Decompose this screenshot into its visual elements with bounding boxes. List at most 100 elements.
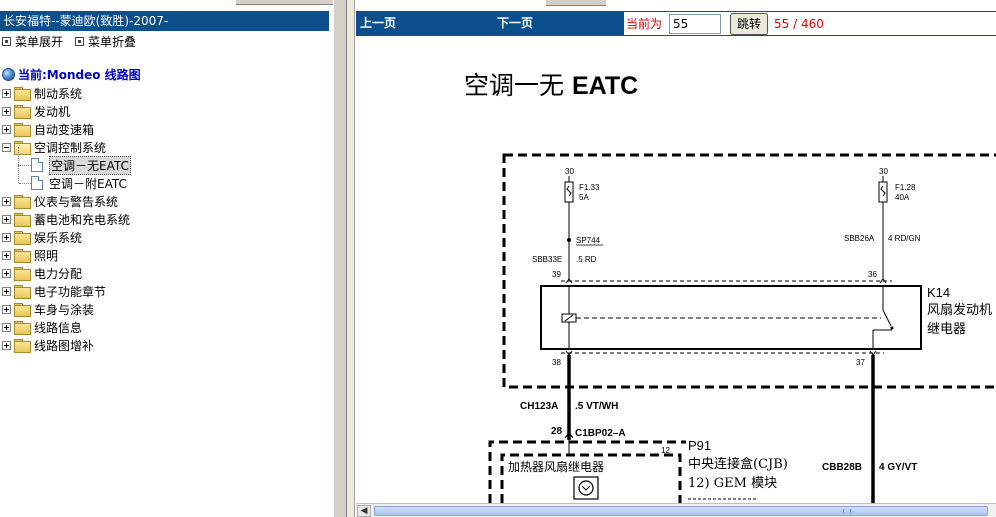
tree-item-ac-with-eatc[interactable]: 空调－附EATC [0, 165, 330, 192]
jump-button[interactable]: 跳转 [730, 12, 769, 35]
folder-icon [14, 321, 31, 335]
collapse-icon [75, 36, 85, 46]
collapse-all-button[interactable]: 菜单折叠 [73, 33, 136, 50]
fuse-right-icon [878, 181, 888, 203]
tree-item-body[interactable]: 车身与涂装 [0, 300, 330, 318]
tree-item-label: 线路图增补 [34, 338, 95, 353]
folder-icon [14, 249, 31, 263]
expand-icon[interactable] [2, 268, 11, 278]
heater-relay-label: 加热器风扇继电器 [508, 459, 604, 474]
tree-item-label: 发动机 [34, 104, 71, 119]
expand-all-label: 菜单展开 [15, 34, 64, 49]
page-jump-group: 当前为 跳转 55 / 460 [624, 12, 996, 35]
folder-icon [14, 123, 31, 137]
expand-icon[interactable] [2, 304, 11, 314]
folder-icon [14, 303, 31, 317]
folder-icon [14, 339, 31, 353]
expand-icon[interactable] [2, 286, 11, 296]
prev-page-link[interactable]: 上一页 [360, 11, 396, 36]
module-name-1: 中央连接盒(CJB) [688, 456, 788, 472]
tree-item-label: 仪表与警告系统 [34, 194, 119, 209]
fuse-right-name: F1.28 [895, 183, 916, 192]
page-number-input[interactable] [669, 13, 722, 34]
tree-item-label: 线路信息 [34, 320, 83, 335]
pin-28: 28 [551, 426, 563, 437]
next-page-link[interactable]: 下一页 [497, 11, 533, 36]
tree-item-brake[interactable]: 制动系统 [0, 84, 330, 102]
expand-icon [2, 36, 11, 46]
scrollbar-thumb[interactable] [374, 506, 988, 516]
tree-item-engine[interactable]: 发动机 [0, 102, 330, 120]
folder-icon [14, 87, 31, 101]
document-pane: 上一页 下一页 当前为 跳转 55 / 460 空调一无 EATC 30 F1.… [356, 0, 996, 517]
horizontal-scrollbar[interactable]: ◀ [356, 503, 996, 517]
tree-item-instruments[interactable]: 仪表与警告系统 [0, 192, 330, 210]
left-30-label: 30 [565, 167, 574, 176]
tree-item-lighting[interactable]: 照明 [0, 246, 330, 264]
expand-icon[interactable] [2, 196, 11, 206]
expand-icon[interactable] [2, 106, 11, 116]
pin-38: 38 [552, 358, 561, 367]
fuse-right-amp: 40A [895, 193, 910, 202]
tree-panel: 长安福特--蒙迪欧(致胜)-2007- 菜单展开 菜单折叠 当前:Mondeo … [0, 0, 333, 517]
fuse-left-name: F1.33 [579, 183, 600, 192]
tree-item-label: 蓄电池和充电系统 [34, 212, 131, 227]
folder-icon [14, 105, 31, 119]
expand-icon[interactable] [2, 250, 11, 260]
page-count: 55 / 460 [774, 16, 824, 31]
fuse-left-amp: 5A [579, 193, 589, 202]
vertical-scrollbar[interactable] [347, 0, 355, 517]
top-scrollbar-stub [546, 0, 606, 6]
tree-item-label: 空调控制系统 [34, 140, 107, 155]
tree-root[interactable]: 当前:Mondeo 线路图 [0, 66, 141, 83]
tree-item-wiring-info[interactable]: 线路信息 [0, 318, 330, 336]
globe-icon [2, 68, 15, 81]
wire-cbb-spec: 4 GY/VT [879, 462, 917, 473]
expand-icon[interactable] [2, 88, 11, 98]
diagram-title-cn: 空调一无 [464, 71, 565, 100]
expand-all-button[interactable]: 菜单展开 [0, 33, 63, 50]
pin-37: 37 [856, 358, 865, 367]
collapse-icon[interactable] [2, 142, 11, 152]
right-wire-code: SBB26A [844, 234, 875, 243]
expand-icon[interactable] [2, 322, 11, 332]
grip-icon [843, 509, 851, 514]
connector-label: C1BP02–A [575, 428, 626, 439]
folder-icon [14, 231, 31, 245]
tree-item-label: 车身与涂装 [34, 302, 95, 317]
tree-item-battery[interactable]: 蓄电池和充电系统 [0, 210, 330, 228]
top-scrollbar-stub [236, 0, 333, 5]
frame-splitter[interactable] [333, 0, 347, 517]
tree: 制动系统 发动机 自动变速箱 空调控制系统 空调－无EATC 空调－附EATC [0, 84, 330, 354]
folder-icon [14, 285, 31, 299]
tree-item-label: 电力分配 [34, 266, 83, 281]
splice-label: SP744 [576, 236, 601, 245]
left-wire-code: SBB33E [532, 255, 562, 264]
expand-icon[interactable] [2, 124, 11, 134]
expand-icon[interactable] [2, 340, 11, 350]
relay-symbol-icon [573, 476, 599, 500]
tree-item-hvac[interactable]: 空调控制系统 [0, 138, 330, 156]
module-name-2: 12) GEM 模块 [688, 476, 777, 491]
pin-39: 39 [552, 270, 561, 279]
tree-item-label: 空调－附EATC [49, 176, 127, 191]
page-toolbar: 上一页 下一页 当前为 跳转 55 / 460 [356, 11, 996, 36]
expand-icon[interactable] [2, 214, 11, 224]
tree-item-electronics[interactable]: 电子功能章节 [0, 282, 330, 300]
tree-item-wiring-supplement[interactable]: 线路图增补 [0, 336, 330, 354]
scroll-left-arrow-icon[interactable]: ◀ [357, 505, 371, 517]
right-30-label: 30 [879, 167, 888, 176]
relay-name-1: 风扇发动机 [927, 302, 992, 318]
wire-ch-spec: .5 VT/WH [575, 401, 618, 412]
module-pin-12: 12 [661, 446, 670, 455]
tree-item-entertainment[interactable]: 娱乐系统 [0, 228, 330, 246]
relay-area-box [502, 153, 996, 389]
diagram-title: 空调一无 EATC [464, 66, 638, 102]
tree-item-ac-no-eatc[interactable]: 空调－无EATC [0, 147, 330, 175]
expand-icon[interactable] [2, 232, 11, 242]
tree-item-transmission[interactable]: 自动变速箱 [0, 120, 330, 138]
tree-item-power[interactable]: 电力分配 [0, 264, 330, 282]
open-folder-icon [14, 141, 31, 155]
tree-item-label: 娱乐系统 [34, 230, 83, 245]
module-id: P91 [688, 438, 711, 453]
